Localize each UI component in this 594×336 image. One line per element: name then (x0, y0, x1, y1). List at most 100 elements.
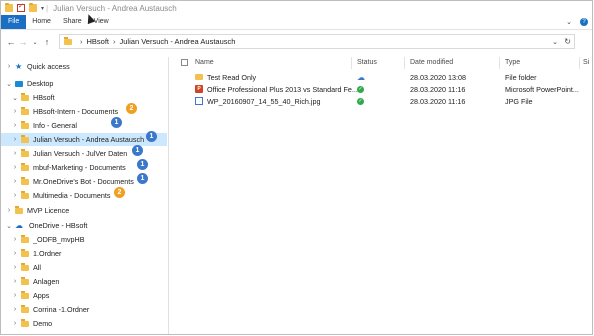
folder-icon (21, 149, 29, 157)
quick-access-toolbar: ▾ (1, 2, 44, 12)
tree-label: Quick access (27, 62, 70, 71)
tree-folder[interactable]: › HBsoft-Intern - Documents (11, 105, 161, 118)
chevron-right-icon[interactable]: › (11, 192, 19, 199)
tree-desktop[interactable]: ⌄ Desktop (5, 77, 53, 90)
folder-icon (21, 191, 29, 199)
chevron-down-icon[interactable]: ⌄ (5, 80, 13, 88)
column-header-size[interactable]: Si (583, 57, 589, 69)
tree-label: _ODFB_mvpHB (33, 235, 85, 244)
tree-quick-access[interactable]: › ★ Quick access (5, 60, 70, 73)
recent-locations-icon[interactable]: ⌄ (29, 39, 41, 46)
folder-icon (64, 37, 72, 45)
chevron-right-icon[interactable]: › (11, 164, 19, 171)
column-header-status[interactable]: Status (357, 57, 377, 69)
folder-icon (21, 319, 29, 327)
chevron-right-icon[interactable]: › (5, 63, 13, 70)
powerpoint-icon: P (195, 85, 203, 93)
chevron-down-icon[interactable]: ⌄ (5, 222, 13, 230)
tree-onedrive-folder[interactable]: › Apps (11, 289, 49, 302)
chevron-right-icon[interactable]: › (11, 292, 19, 299)
folder-icon[interactable] (5, 2, 13, 12)
chevron-right-icon[interactable]: › (11, 150, 19, 157)
tree-folder[interactable]: › Multimedia - Documents (11, 189, 161, 202)
tree-onedrive-folder[interactable]: › 1.Ordner (11, 247, 61, 260)
table-row[interactable]: WP_20160907_14_55_40_Rich.jpg ✓ 28.03.20… (169, 96, 592, 107)
tree-folder-selected[interactable]: › Julian Versuch - Andrea Austausch (1, 133, 167, 146)
chevron-right-icon[interactable]: › (11, 320, 19, 327)
tree-label: Desktop (27, 79, 54, 88)
column-divider[interactable] (404, 57, 405, 69)
chevron-right-icon[interactable]: › (11, 278, 19, 285)
file-date: 28.03.2020 11:16 (410, 85, 466, 94)
breadcrumb-current[interactable]: Julian Versuch - Andrea Austausch (120, 37, 236, 46)
file-type: JPG File (505, 97, 533, 106)
tab-home[interactable]: Home (26, 15, 57, 29)
tree-onedrive-folder[interactable]: › Corrina -1.Ordner (11, 303, 89, 316)
table-row[interactable]: Test Read Only ☁ 28.03.2020 13:08 File f… (169, 72, 592, 83)
column-header-type[interactable]: Type (505, 57, 520, 69)
breadcrumb-hbsoft[interactable]: HBsoft (87, 37, 110, 46)
file-date: 28.03.2020 11:16 (410, 97, 466, 106)
address-field[interactable]: › HBsoft › Julian Versuch - Andrea Austa… (59, 34, 575, 49)
column-header-name[interactable]: Name (195, 57, 214, 69)
chevron-right-icon[interactable]: › (11, 178, 19, 185)
chevron-right-icon[interactable]: › (5, 207, 13, 214)
expand-ribbon-icon[interactable]: ⌄ (566, 18, 572, 26)
column-header-date[interactable]: Date modified (410, 57, 453, 69)
new-folder-icon[interactable] (29, 2, 37, 12)
tree-label: Mr.OneDrive's Bot - Documents (33, 177, 134, 186)
tree-onedrive[interactable]: ⌄ ☁ OneDrive - HBsoft (5, 219, 87, 232)
tree-onedrive-folder[interactable]: › Demo (11, 317, 52, 330)
tab-view[interactable]: View (88, 15, 115, 29)
tree-label: 1.Ordner (33, 249, 62, 258)
chevron-right-icon[interactable]: › (11, 306, 19, 313)
select-all-checkbox[interactable] (181, 59, 188, 66)
column-divider[interactable] (351, 57, 352, 69)
ribbon-tabs: File Home Share View ⌄ ? (1, 15, 592, 30)
breadcrumb-separator-icon[interactable]: › (80, 37, 83, 46)
tree-label: Corrina -1.Ordner (33, 305, 90, 314)
refresh-icon[interactable]: ↻ (564, 37, 571, 46)
notification-badge: 2 (114, 187, 125, 198)
tree-hbsoft[interactable]: ⌄ HBsoft (11, 91, 55, 104)
up-icon[interactable]: ↑ (41, 37, 53, 47)
chevron-right-icon[interactable]: › (11, 136, 19, 143)
forward-icon[interactable]: → (17, 37, 29, 47)
tree-onedrive-folder[interactable]: › Anlagen (11, 275, 59, 288)
tree-label: OneDrive - HBsoft (29, 221, 88, 230)
notification-badge: 1 (111, 117, 122, 128)
chevron-down-icon[interactable]: ⌄ (11, 94, 19, 102)
image-file-icon (195, 97, 203, 105)
table-row[interactable]: P Office Professional Plus 2013 vs Stand… (169, 84, 592, 95)
breadcrumb-separator-icon[interactable]: › (113, 37, 116, 46)
chevron-right-icon[interactable]: › (11, 108, 19, 115)
back-icon[interactable]: ← (5, 37, 17, 47)
chevron-right-icon[interactable]: › (11, 122, 19, 129)
chevron-down-icon[interactable]: ▾ (41, 5, 44, 12)
tree-label: Julian Versuch - JulVer Daten (33, 149, 128, 158)
synced-icon: ✓ (357, 86, 364, 93)
cloud-icon: ☁ (357, 73, 365, 82)
tree-label: HBsoft-Intern - Documents (33, 107, 119, 116)
tab-share[interactable]: Share (57, 15, 88, 29)
file-name: Test Read Only (207, 73, 257, 82)
folder-icon (195, 74, 203, 80)
help-icon[interactable]: ? (580, 18, 588, 26)
tab-file[interactable]: File (1, 15, 27, 29)
column-divider[interactable] (579, 57, 580, 69)
chevron-right-icon[interactable]: › (11, 236, 19, 243)
tree-mvp-licence[interactable]: › MVP Licence (5, 204, 69, 217)
chevron-right-icon[interactable]: › (11, 250, 19, 257)
column-divider[interactable] (499, 57, 500, 69)
address-dropdown-icon[interactable]: ⌄ (552, 38, 558, 46)
tree-label: Demo (33, 319, 53, 328)
tree-folder[interactable]: › Info - General (11, 119, 161, 132)
notification-badge: 2 (126, 103, 137, 114)
folder-icon (21, 263, 29, 271)
folder-icon (21, 163, 29, 171)
tree-onedrive-folder[interactable]: › _ODFB_mvpHB (11, 233, 85, 246)
tree-label: MVP Licence (27, 206, 70, 215)
tree-onedrive-folder[interactable]: › All (11, 261, 41, 274)
properties-icon[interactable] (17, 2, 25, 12)
chevron-right-icon[interactable]: › (11, 264, 19, 271)
